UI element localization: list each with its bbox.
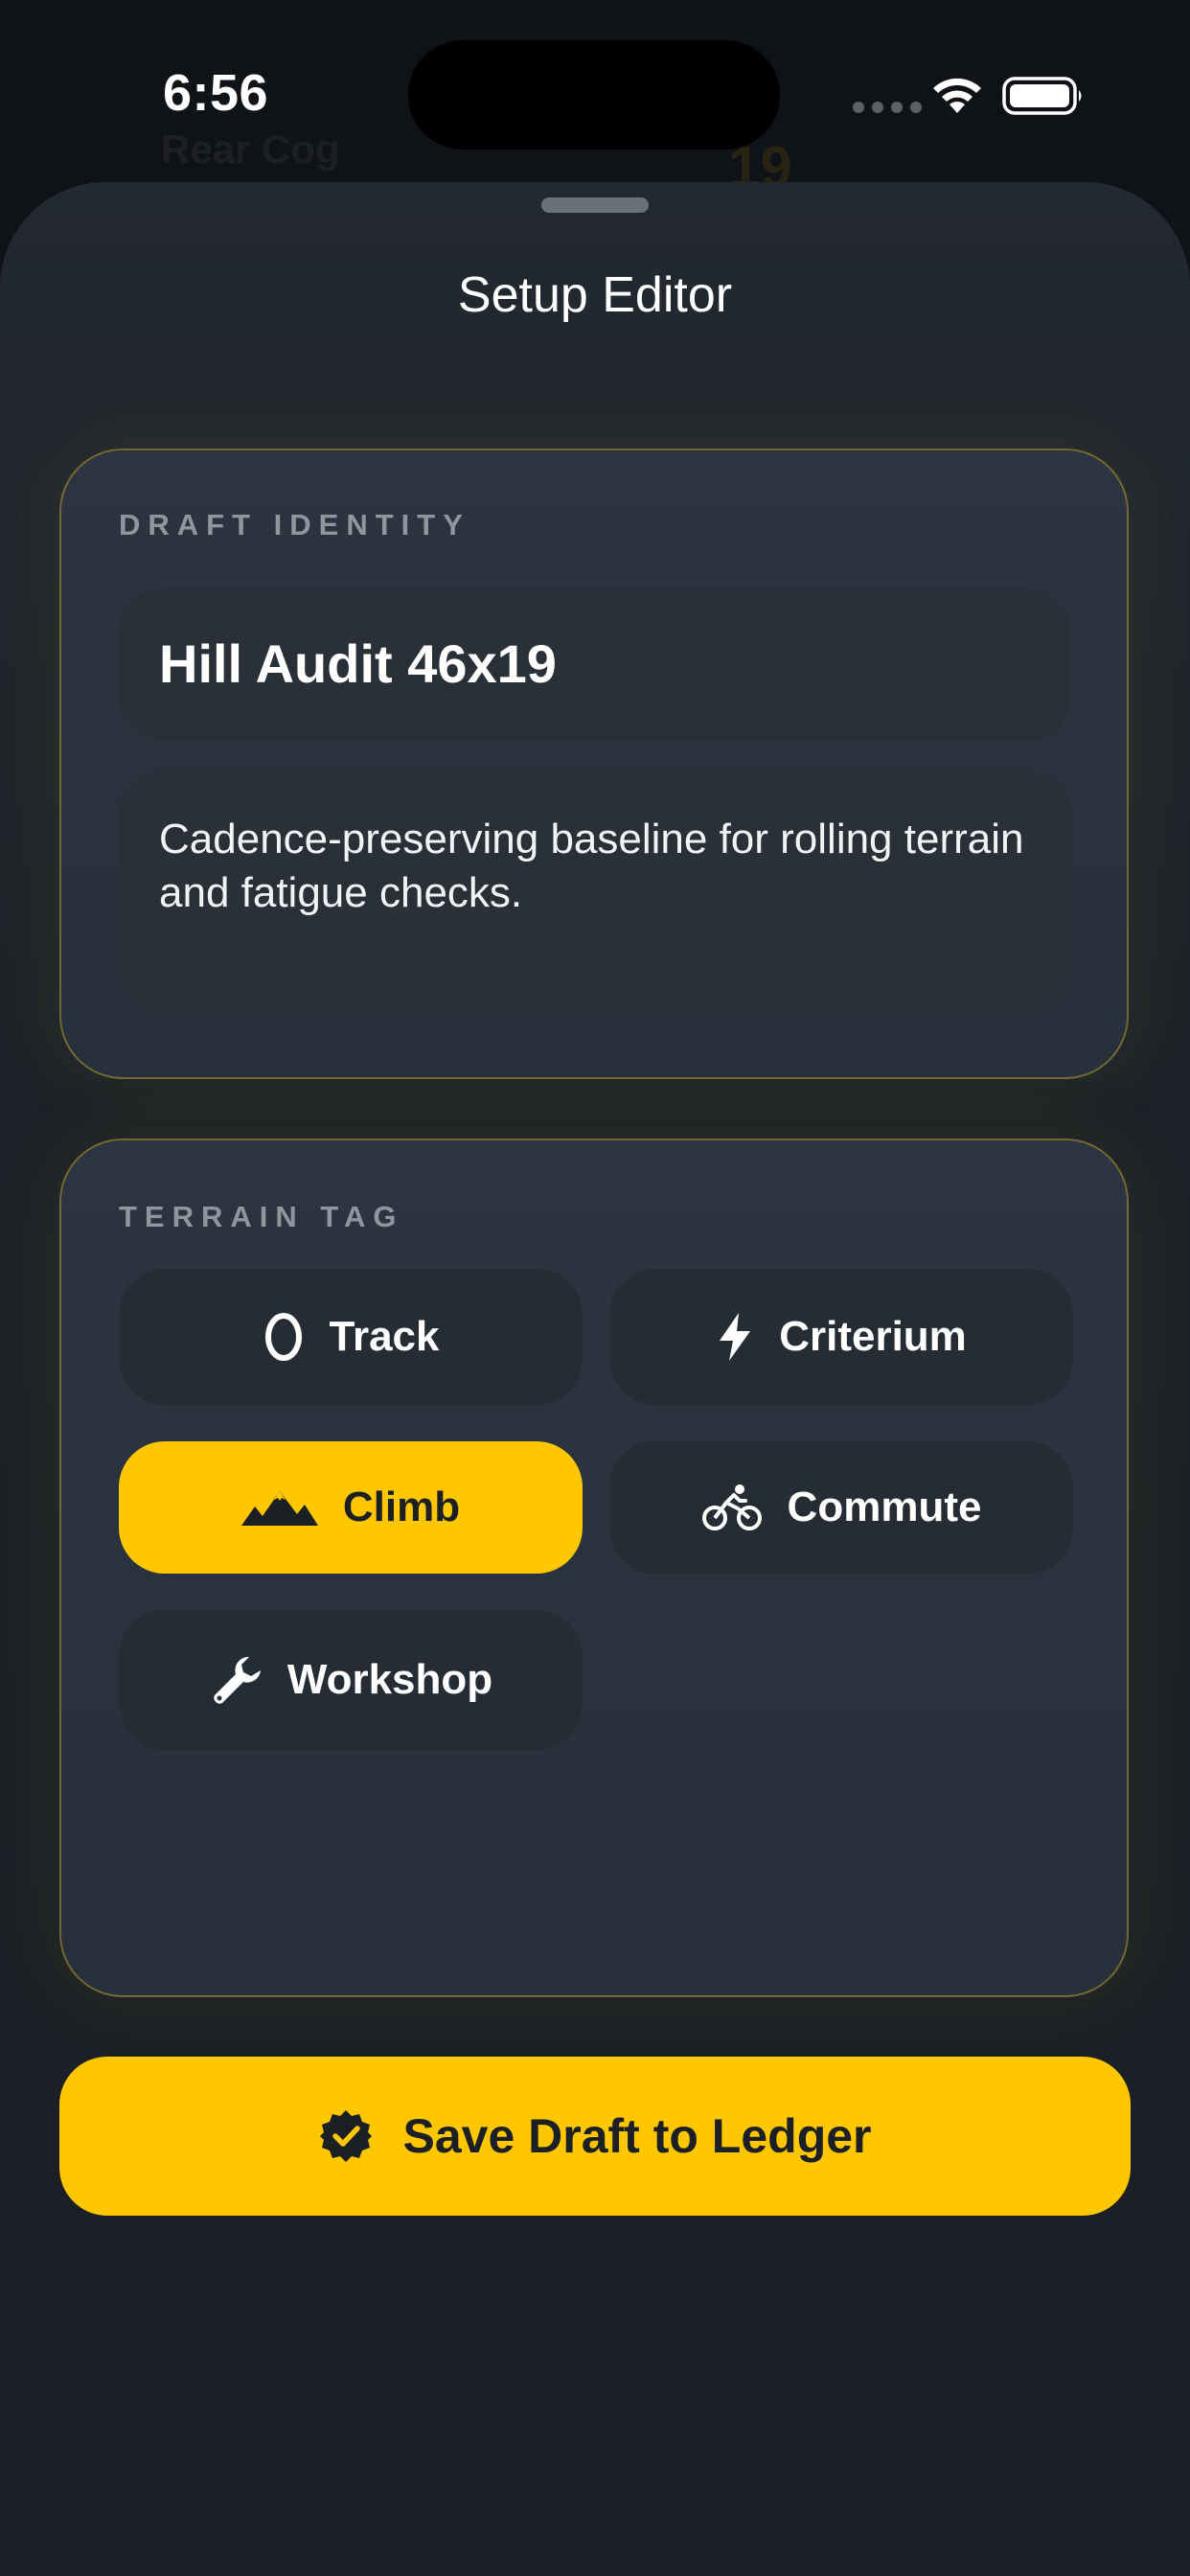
wrench-icon [214, 1657, 261, 1704]
sheet-grabber-handle[interactable] [541, 197, 649, 213]
terrain-option-label: Climb [342, 1484, 461, 1530]
draft-name-field[interactable]: Hill Audit 46x19 [119, 588, 1071, 740]
terrain-option-label: Workshop [286, 1656, 493, 1703]
setup-editor-sheet: Setup Editor DRAFT IDENTITY Hill Audit 4… [0, 182, 1190, 2576]
terrain-option-workshop[interactable]: Workshop [119, 1610, 583, 1750]
cyclist-icon [701, 1484, 762, 1530]
oval-track-icon [264, 1313, 302, 1361]
terrain-option-track[interactable]: Track [119, 1269, 583, 1405]
terrain-option-criterium[interactable]: Criterium [609, 1269, 1073, 1405]
terrain-option-label: Criterium [779, 1313, 967, 1360]
save-draft-label: Save Draft to Ledger [402, 2109, 872, 2163]
status-time: 6:56 [163, 64, 269, 122]
wifi-icon [933, 78, 981, 113]
cellular-signal-icon [853, 102, 922, 113]
terrain-tag-card: TERRAIN TAG Track Criterium Climb Commut… [59, 1138, 1129, 1997]
terrain-option-label: Track [329, 1313, 440, 1360]
mountains-icon [240, 1491, 318, 1526]
lightning-bolt-icon [720, 1313, 751, 1361]
terrain-option-climb[interactable]: Climb [119, 1441, 583, 1574]
dynamic-island [408, 40, 780, 150]
terrain-option-label: Commute [787, 1484, 982, 1530]
sheet-title: Setup Editor [457, 267, 733, 323]
battery-icon [1002, 77, 1082, 115]
status-bar: 6:56 [0, 0, 1190, 192]
screen: Rear Cog 19 6:56 Setup Editor DRAFT IDEN… [0, 0, 1190, 2576]
terrain-tag-label: TERRAIN TAG [119, 1200, 404, 1233]
draft-description-field[interactable]: Cadence-preserving baseline for rolling … [119, 772, 1071, 1012]
draft-identity-label: DRAFT IDENTITY [119, 508, 470, 541]
terrain-option-commute[interactable]: Commute [609, 1441, 1073, 1574]
check-badge-icon [320, 2110, 373, 2162]
draft-identity-card: DRAFT IDENTITY Hill Audit 46x19 Cadence-… [59, 448, 1129, 1079]
save-draft-button[interactable]: Save Draft to Ledger [59, 2057, 1131, 2216]
